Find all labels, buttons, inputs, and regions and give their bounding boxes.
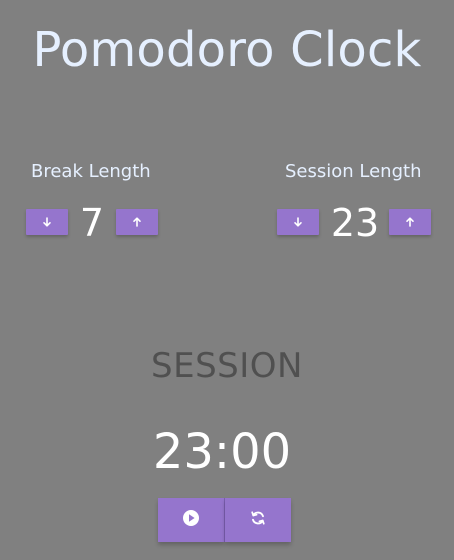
refresh-icon (249, 509, 267, 531)
session-length-value: 23 (330, 201, 380, 245)
break-length-value: 7 (79, 201, 105, 245)
session-decrement-button[interactable] (277, 209, 319, 235)
arrow-up-icon (405, 217, 415, 227)
arrow-down-icon (42, 217, 52, 227)
session-length-label: Session Length (285, 161, 422, 182)
arrow-down-icon (293, 217, 303, 227)
session-increment-button[interactable] (389, 209, 431, 235)
timer-display: 23:00 (152, 424, 292, 480)
start-button[interactable] (158, 498, 224, 542)
play-icon (182, 509, 200, 531)
break-increment-button[interactable] (116, 209, 158, 235)
reset-button[interactable] (225, 498, 291, 542)
app-title: Pomodoro Clock (32, 22, 422, 78)
arrow-up-icon (132, 217, 142, 227)
break-decrement-button[interactable] (26, 209, 68, 235)
timer-mode-label: SESSION (151, 346, 303, 386)
break-length-label: Break Length (31, 161, 151, 182)
